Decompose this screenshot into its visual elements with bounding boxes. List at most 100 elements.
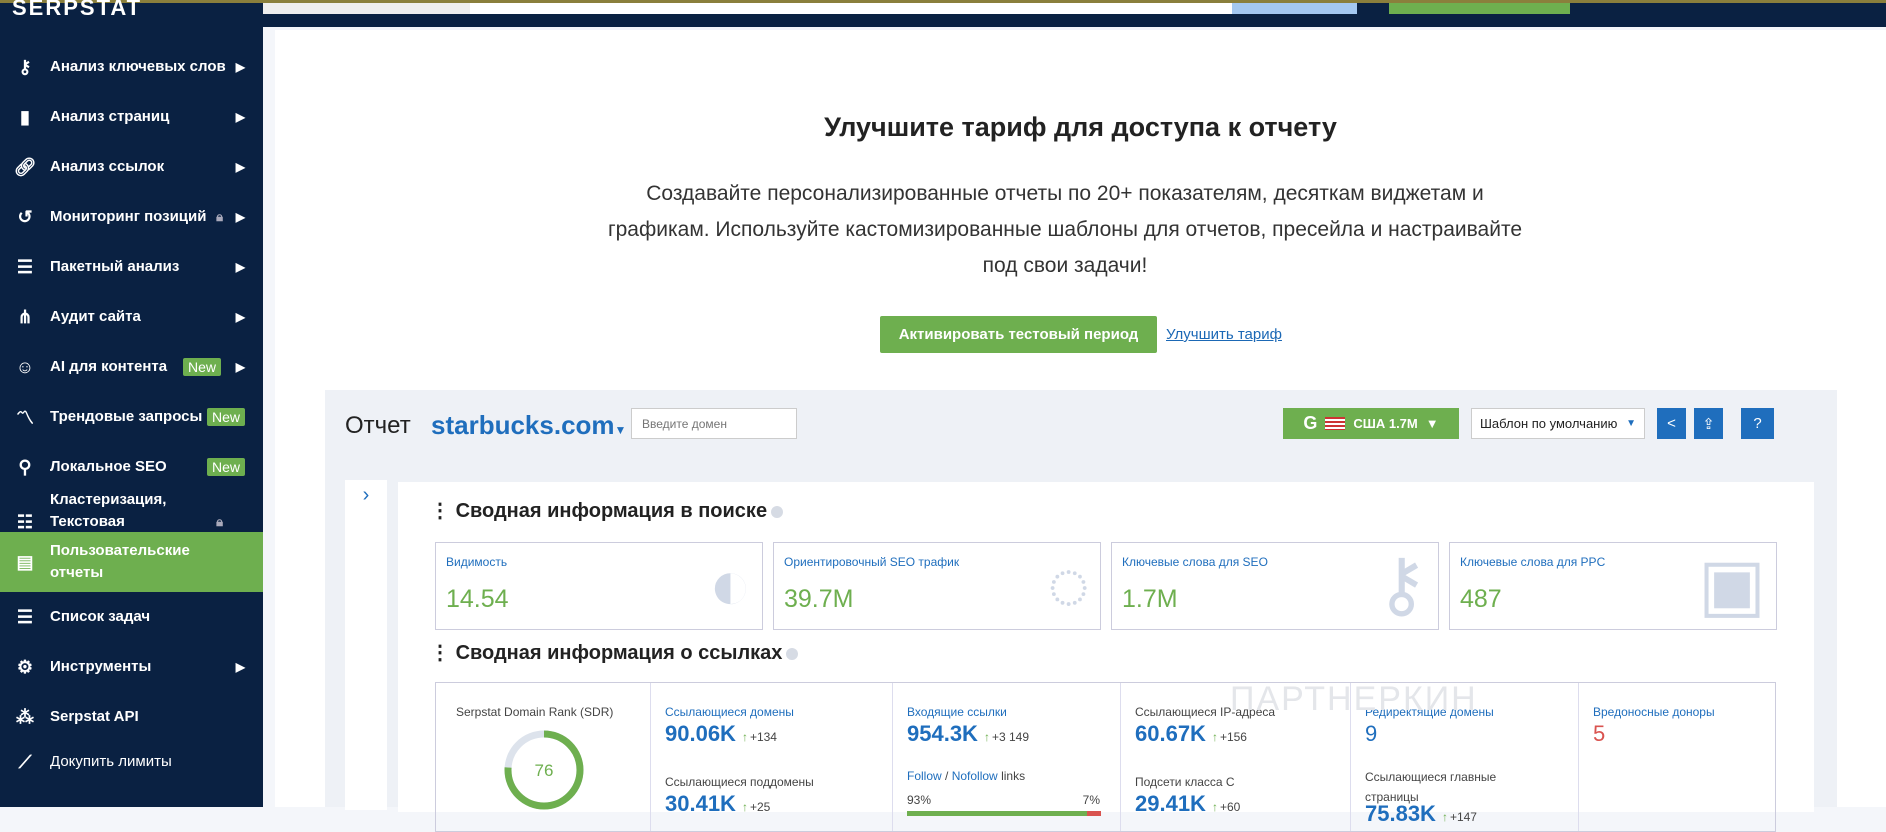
redirects-value: 9: [1365, 721, 1378, 746]
delta: +134: [742, 730, 777, 744]
ref-subdomains-label: Ссылающиеся поддомены: [665, 775, 814, 789]
template-select[interactable]: Шаблон по умолчанию ▼: [1471, 408, 1645, 439]
new-badge: New: [206, 458, 245, 476]
backlinks-value: 954.3K +3 149: [907, 721, 1029, 747]
upgrade-top-button[interactable]: [1389, 3, 1570, 14]
nofollow: Nofollow: [951, 769, 998, 783]
new-badge: New: [182, 358, 221, 376]
share-button[interactable]: <: [1657, 408, 1686, 439]
malicious-value: 5: [1593, 721, 1606, 746]
ref-domains-label[interactable]: Ссылающиеся домены: [665, 705, 794, 719]
follow-bar: [907, 811, 1101, 816]
template-label: Шаблон по умолчанию: [1480, 416, 1618, 431]
value: 954.3K: [907, 721, 978, 746]
card-title: Видимость: [446, 555, 508, 569]
sidebar: ⚷ Анализ ключевых слов ▶ ▮ Анализ страниц ▶ …: [0, 27, 263, 807]
link-icon: 🔗︎: [13, 156, 37, 177]
sidebar-item-pages[interactable]: ▮ Анализ страниц ▶: [0, 97, 263, 137]
database-icon: ☰: [16, 256, 34, 277]
activate-trial-button[interactable]: Активировать тестовый период: [880, 316, 1157, 353]
value: 75.83K: [1365, 801, 1436, 826]
domain-input[interactable]: [631, 408, 797, 439]
ref-domains-value: 90.06K +134: [665, 721, 777, 747]
ref-ips-value: 60.67K +156: [1135, 721, 1247, 747]
help-button[interactable]: ?: [1741, 408, 1774, 439]
card-value: 487: [1460, 585, 1502, 613]
chevron-right-icon: ▶: [235, 210, 245, 224]
search-engine-select[interactable]: G США 1.7M ▼: [1283, 408, 1459, 439]
serpstat-logo[interactable]: SERPSTAT: [12, 0, 142, 21]
sidebar-item-trends[interactable]: 〽 Трендовые запросы New: [0, 397, 263, 437]
search-button[interactable]: [1232, 3, 1357, 14]
main-pages-value: 75.83K +147: [1365, 801, 1477, 827]
delta: +156: [1212, 730, 1247, 744]
card-title: Ключевые слова для SEO: [1122, 555, 1268, 569]
delta: +60: [1212, 800, 1240, 814]
sidebar-item-keywords[interactable]: ⚷ Анализ ключевых слов ▶: [0, 47, 263, 87]
chevron-right-icon: ▶: [235, 260, 245, 274]
chevron-right-icon: ▶: [235, 60, 245, 74]
backlinks-label[interactable]: Входящие ссылки: [907, 705, 1007, 719]
main-content: Улучшите тариф для доступа к отчету Созд…: [275, 30, 1886, 832]
sidebar-item-links[interactable]: 🔗︎ Анализ ссылок ▶: [0, 147, 263, 187]
value: 29.41K: [1135, 791, 1206, 816]
search-type-select[interactable]: [263, 3, 470, 14]
report-preview: Отчет starbucks.com▼ GСША 1.7M▼ Шаблон п…: [325, 390, 1837, 832]
lock-icon: 🔒︎: [216, 514, 223, 529]
expand-panel-button[interactable]: ›: [345, 480, 387, 810]
upgrade-plan-link[interactable]: Улучшить тариф: [1166, 326, 1282, 343]
eye-icon: ◐: [708, 545, 753, 625]
upload-icon: ⇪: [1702, 415, 1715, 433]
sidebar-item-custom-reports[interactable]: ▤ Пользовательские отчеты: [0, 532, 263, 592]
sdr-value: 76: [535, 761, 554, 780]
value: 60.67K: [1135, 721, 1206, 746]
sidebar-item-api[interactable]: ⁂ Serpstat API: [0, 697, 263, 737]
trend-icon: 〽: [16, 408, 34, 428]
chevron-right-icon: ▶: [235, 660, 245, 674]
links: links: [997, 769, 1026, 783]
upgrade-description: Создавайте персонализированные отчеты по…: [607, 182, 1523, 277]
info-icon[interactable]: [786, 647, 799, 660]
report-icon: ▤: [16, 551, 34, 572]
ref-subdomains-value: 30.41K +25: [665, 791, 770, 817]
follow-label: Follow / Nofollow links: [907, 769, 1025, 783]
traffic-icon: ◌: [1047, 545, 1090, 625]
subnets-label: Подсети класса C: [1135, 775, 1235, 789]
malicious-label[interactable]: Вредоносные доноры: [1593, 705, 1715, 719]
search-input[interactable]: [470, 3, 1070, 14]
chevron-right-icon: ▶: [235, 360, 245, 374]
visibility-card: ◐ Видимость 14.54: [435, 542, 763, 630]
sidebar-item-tools[interactable]: ⚙ Инструменты ▶: [0, 647, 263, 687]
history-icon: ↺: [17, 206, 33, 227]
caret-down-icon: ▼: [1626, 418, 1636, 429]
us-flag-icon: [1325, 417, 1346, 430]
help-icon: ?: [1753, 415, 1762, 432]
info-icon[interactable]: [771, 505, 784, 518]
report-title: Отчет: [345, 412, 411, 439]
export-button[interactable]: ⇪: [1694, 408, 1723, 439]
search-summary-heading: ⋮ Сводная информация в поиске: [430, 498, 784, 523]
keys-icon: ⚷: [1375, 545, 1428, 625]
card-value: 39.7M: [784, 585, 854, 613]
delta: +3 149: [984, 730, 1029, 744]
sidebar-item-tasks[interactable]: ☰ Список задач: [0, 597, 263, 637]
region-select[interactable]: [1070, 3, 1232, 14]
sidebar-item-ai[interactable]: ☺ AI для контента New ▶: [0, 347, 263, 387]
card-value: 1.7M: [1122, 585, 1178, 613]
bar-chart-icon: ▮: [20, 106, 30, 127]
heading-text: Сводная информация в поиске: [455, 500, 768, 522]
sidebar-item-limits[interactable]: ⟋ Докупить лимиты: [0, 742, 263, 782]
delta: +147: [1442, 810, 1477, 824]
sidebar-item-audit[interactable]: ⋔ Аудит сайта ▶: [0, 297, 263, 337]
sidebar-item-batch[interactable]: ☰ Пакетный анализ ▶: [0, 247, 263, 287]
backlinks-column: Входящие ссылки 954.3K +3 149 Follow / No…: [893, 683, 1121, 831]
domain-name: starbucks.com: [431, 410, 615, 440]
new-badge: New: [206, 408, 245, 426]
sidebar-item-rank-tracker[interactable]: ↺ Мониторинг позиций 🔒︎ ▶: [0, 197, 263, 237]
domain-select[interactable]: starbucks.com▼: [431, 410, 626, 441]
malicious-column: Вредоносные доноры 5: [1579, 683, 1776, 831]
sidebar-item-local-seo[interactable]: ⚲ Локальное SEO New: [0, 447, 263, 487]
delta: +25: [742, 800, 770, 814]
caret-down-icon: ▼: [1425, 416, 1439, 431]
chevron-right-icon: ▶: [235, 110, 245, 124]
